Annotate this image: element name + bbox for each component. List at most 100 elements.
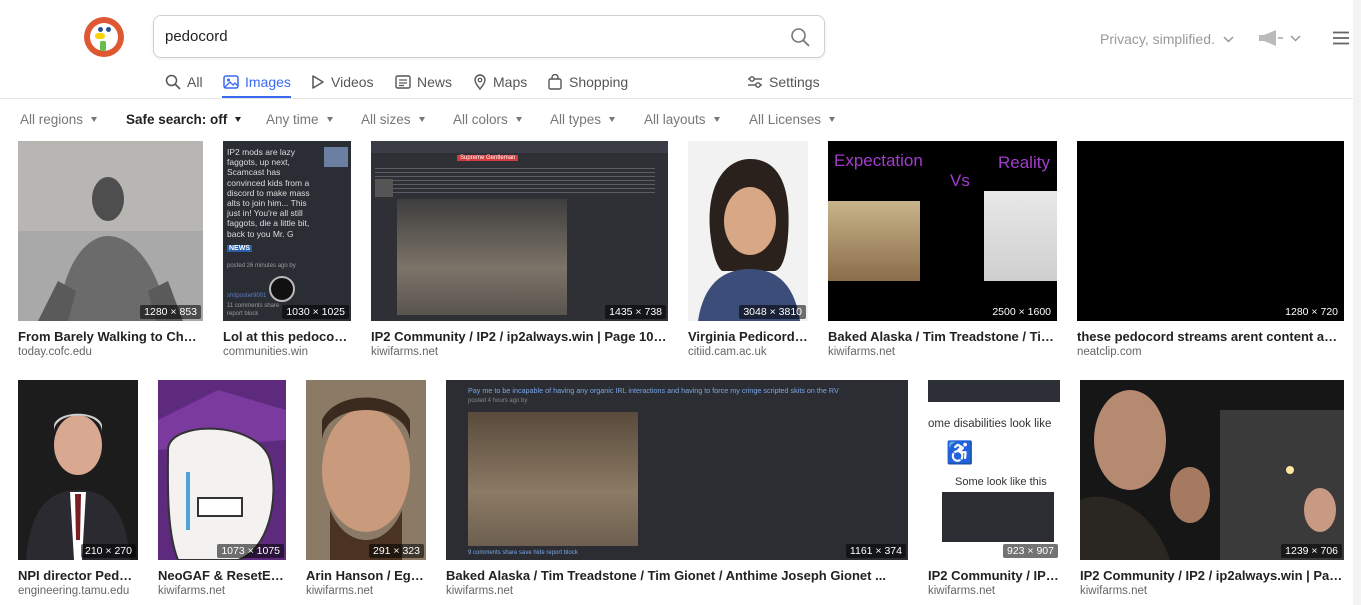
duckduckgo-logo[interactable] xyxy=(84,17,124,57)
tab-maps[interactable]: Maps xyxy=(473,72,527,92)
image-source[interactable]: citiid.cam.ac.uk xyxy=(688,346,808,358)
image-result[interactable]: 1073 × 1075 NeoGAF & ResetER... kiwifarm… xyxy=(158,380,286,600)
image-title[interactable]: NPI director Peddi... xyxy=(18,568,138,583)
image-title[interactable]: IP2 Community / IP2... xyxy=(928,568,1060,583)
image-result[interactable]: 291 × 323 Arin Hanson / Ego... kiwifarms… xyxy=(306,380,426,600)
post-line: alts to join him... This xyxy=(227,198,307,209)
tab-label: All xyxy=(187,74,203,90)
image-title[interactable]: IP2 Community / IP2 / ip2always.win | Pa… xyxy=(371,329,668,344)
image-title[interactable]: From Barely Walking to Cham... xyxy=(18,329,203,344)
image-result[interactable]: Supreme Gentleman 1435 × 738 IP2 Communi… xyxy=(371,141,668,361)
map-pin-icon xyxy=(474,74,486,90)
image-title[interactable]: Arin Hanson / Ego... xyxy=(306,568,426,583)
image-thumbnail[interactable]: ome disabilities look like ♿ Some look l… xyxy=(928,380,1060,560)
tab-shopping[interactable]: Shopping xyxy=(547,72,628,92)
tab-label: News xyxy=(417,74,453,90)
image-thumbnail[interactable]: Expectation Vs Reality 2500 × 1600 xyxy=(828,141,1057,321)
search-icon[interactable] xyxy=(790,27,810,47)
tab-images[interactable]: Images xyxy=(223,72,291,92)
image-thumbnail[interactable]: 1280 × 720 xyxy=(1077,141,1344,321)
tab-settings[interactable]: Settings xyxy=(747,72,820,92)
post-line: Scamcast has xyxy=(227,167,281,178)
image-title[interactable]: NeoGAF & ResetER... xyxy=(158,568,286,583)
portrait-image xyxy=(306,380,426,560)
image-source[interactable]: today.cofc.edu xyxy=(18,346,203,358)
image-source[interactable]: kiwifarms.net xyxy=(828,346,1057,358)
image-thumbnail[interactable]: 210 × 270 xyxy=(18,380,138,560)
image-thumbnail[interactable]: 1280 × 853 xyxy=(18,141,203,321)
forum-header xyxy=(371,141,668,153)
image-source[interactable]: kiwifarms.net xyxy=(371,346,668,358)
post-comments: 9 comments share save hide report block xyxy=(468,550,578,556)
image-title[interactable]: Baked Alaska / Tim Treadstone / Tim Gion… xyxy=(446,568,908,583)
filter-time[interactable]: Any time xyxy=(266,112,333,127)
image-result[interactable]: 1280 × 720 these pedocord streams arent … xyxy=(1077,141,1344,361)
filter-sizes[interactable]: All sizes xyxy=(361,112,425,127)
image-dimensions: 1239 × 706 xyxy=(1281,544,1342,558)
filter-types[interactable]: All types xyxy=(550,112,616,127)
image-dimensions: 1280 × 853 xyxy=(140,305,201,319)
user-tag: Supreme Gentleman xyxy=(457,155,519,161)
image-source[interactable]: kiwifarms.net xyxy=(1080,585,1344,597)
image-dimensions: 1161 × 374 xyxy=(845,544,906,558)
image-result[interactable]: 1239 × 706 IP2 Community / IP2 / ip2alwa… xyxy=(1080,380,1344,600)
feedback-dropdown[interactable] xyxy=(1258,30,1301,46)
filter-licenses[interactable]: All Licenses xyxy=(749,112,836,127)
image-result[interactable]: Expectation Vs Reality 2500 × 1600 Baked… xyxy=(828,141,1057,361)
meme-text-mid: Vs xyxy=(950,171,970,190)
embedded-photo xyxy=(468,412,638,546)
image-title[interactable]: Lol at this pedocord... xyxy=(223,329,351,344)
privacy-dropdown[interactable]: Privacy, simplified. xyxy=(1100,31,1234,47)
image-thumbnail[interactable]: 291 × 323 xyxy=(306,380,426,560)
post-actions: report block xyxy=(227,311,259,317)
filter-safe-search[interactable]: Safe search: off xyxy=(126,112,242,127)
tab-videos[interactable]: Videos xyxy=(311,72,374,92)
image-title[interactable]: Virginia Pedicord -... xyxy=(688,329,808,344)
image-thumbnail[interactable]: 1239 × 706 xyxy=(1080,380,1344,560)
image-result[interactable]: 210 × 270 NPI director Peddi... engineer… xyxy=(18,380,138,600)
image-title[interactable]: these pedocord streams arent content and… xyxy=(1077,329,1344,344)
filter-regions[interactable]: All regions xyxy=(20,112,98,127)
image-result[interactable]: ome disabilities look like ♿ Some look l… xyxy=(928,380,1060,600)
image-dimensions: 1073 × 1075 xyxy=(217,544,284,558)
post-comments: 11 comments share xyxy=(227,303,280,309)
image-title[interactable]: Baked Alaska / Tim Treadstone / Tim ... xyxy=(828,329,1057,344)
scrollbar[interactable] xyxy=(1353,0,1361,605)
image-source[interactable]: communities.win xyxy=(223,346,351,358)
image-dimensions: 1030 × 1025 xyxy=(282,305,349,319)
image-thumbnail[interactable]: 3048 × 3810 xyxy=(688,141,808,321)
tab-all[interactable]: All xyxy=(165,72,203,92)
meme-text-top: ome disabilities look like xyxy=(928,418,1052,430)
image-result[interactable]: IP2 mods are lazy faggots, up next, Scam… xyxy=(223,141,351,361)
image-thumbnail[interactable]: 1073 × 1075 xyxy=(158,380,286,560)
settings-sliders-icon xyxy=(748,76,762,88)
tab-label: Maps xyxy=(493,74,528,90)
news-badge: NEWS xyxy=(227,245,252,252)
privacy-label: Privacy, simplified. xyxy=(1100,31,1215,47)
street-photo xyxy=(1080,380,1344,560)
image-thumbnail[interactable]: Supreme Gentleman 1435 × 738 xyxy=(371,141,668,321)
image-source[interactable]: neatclip.com xyxy=(1077,346,1344,358)
tab-news[interactable]: News xyxy=(395,72,452,92)
image-result[interactable]: 3048 × 3810 Virginia Pedicord -... citii… xyxy=(688,141,808,361)
image-source[interactable]: kiwifarms.net xyxy=(306,585,426,597)
image-thumbnail[interactable]: IP2 mods are lazy faggots, up next, Scam… xyxy=(223,141,351,321)
image-source[interactable]: engineering.tamu.edu xyxy=(18,585,138,597)
header-divider xyxy=(0,98,1361,99)
menu-icon[interactable] xyxy=(1333,31,1349,45)
image-source[interactable]: kiwifarms.net xyxy=(446,585,908,597)
image-result[interactable]: 1280 × 853 From Barely Walking to Cham..… xyxy=(18,141,203,361)
filter-colors[interactable]: All colors xyxy=(453,112,522,127)
image-source[interactable]: kiwifarms.net xyxy=(158,585,286,597)
post-caption: Pay me to be incapable of having any org… xyxy=(468,386,839,395)
image-thumbnail[interactable]: Pay me to be incapable of having any org… xyxy=(446,380,908,560)
tab-label: Shopping xyxy=(569,74,629,90)
image-title[interactable]: IP2 Community / IP2 / ip2always.win | Pa… xyxy=(1080,568,1344,583)
caret-down-icon xyxy=(515,117,522,122)
image-source[interactable]: kiwifarms.net xyxy=(928,585,1060,597)
search-input[interactable] xyxy=(165,16,765,57)
image-dimensions: 291 × 323 xyxy=(368,544,424,558)
image-result[interactable]: Pay me to be incapable of having any org… xyxy=(446,380,908,600)
post-meta: posted 4 hours ago by xyxy=(468,398,528,404)
filter-layouts[interactable]: All layouts xyxy=(644,112,720,127)
